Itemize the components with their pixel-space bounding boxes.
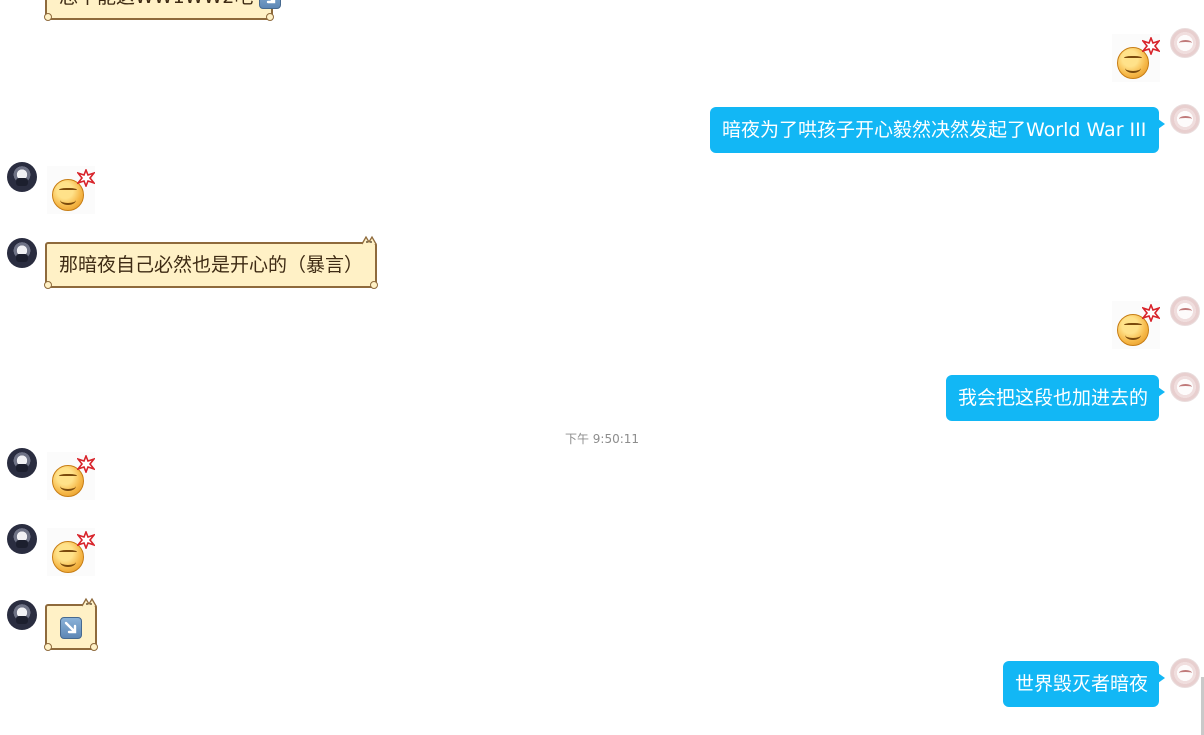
message-bubble-0[interactable]: 总不能这WW1WW2吧 <box>44 0 282 21</box>
message-text-4: 那暗夜自己必然也是开心的（暴言） <box>59 254 364 276</box>
angry-smile-icon <box>47 166 95 214</box>
message-timestamp: 下午 9:50:11 <box>564 432 640 446</box>
message-bubble-10[interactable]: 世界毁灭者暗夜 <box>1003 661 1165 707</box>
avatar-self[interactable] <box>1170 296 1200 326</box>
avatar-other[interactable] <box>7 524 37 554</box>
message-bubble-2[interactable]: 暗夜为了哄孩子开心毅然决然发起了World War III <box>710 107 1165 153</box>
arrow-down-right-icon <box>259 0 282 9</box>
message-text-6: 我会把这段也加进去的 <box>958 387 1149 409</box>
cat-ear-icon <box>361 235 377 245</box>
avatar-self[interactable] <box>1170 28 1200 58</box>
avatar-other[interactable] <box>7 600 37 630</box>
arrow-down-right-icon <box>60 616 82 639</box>
avatar-self[interactable] <box>1170 104 1200 134</box>
avatar-other[interactable] <box>7 162 37 192</box>
message-bubble-9[interactable] <box>44 597 98 651</box>
avatar-self[interactable] <box>1170 658 1200 688</box>
chat-message-area[interactable]: 总不能这WW1WW2吧 暗夜为了哄孩子开心毅然决然发起了World War II… <box>0 0 1204 735</box>
message-text-0: 总不能这WW1WW2吧 <box>59 0 253 8</box>
message-bubble-6[interactable]: 我会把这段也加进去的 <box>946 375 1165 421</box>
avatar-other[interactable] <box>7 448 37 478</box>
avatar-other[interactable] <box>7 238 37 268</box>
avatar-self[interactable] <box>1170 372 1200 402</box>
angry-smile-icon <box>47 452 95 500</box>
angry-smile-icon <box>1112 301 1160 349</box>
cat-ear-icon <box>81 597 97 607</box>
message-text-2: 暗夜为了哄孩子开心毅然决然发起了World War III <box>722 119 1147 141</box>
message-text-10: 世界毁灭者暗夜 <box>1015 673 1149 695</box>
message-bubble-4[interactable]: 那暗夜自己必然也是开心的（暴言） <box>44 235 378 289</box>
angry-smile-icon <box>47 528 95 576</box>
angry-smile-icon <box>1112 34 1160 82</box>
